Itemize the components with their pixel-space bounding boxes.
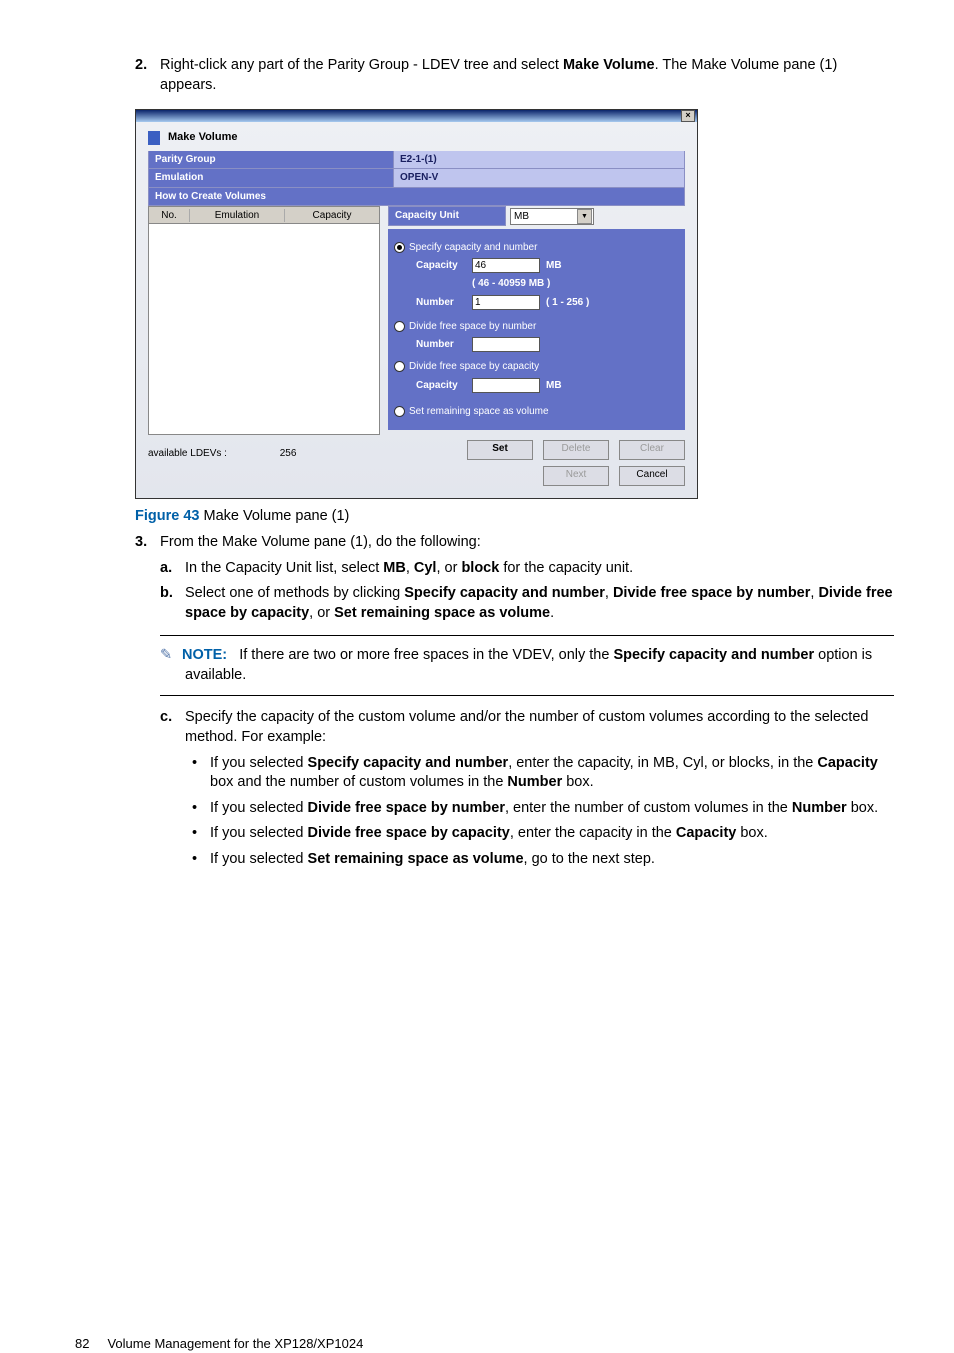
step-3c: c.Specify the capacity of the custom vol… xyxy=(135,708,894,747)
options-form: Specify capacity and number Capacity 46 … xyxy=(388,229,685,431)
capacity-unit-hint: MB xyxy=(546,259,562,273)
capacity2-unit: MB xyxy=(546,379,562,393)
window-titlebar: × xyxy=(136,110,697,122)
number-range: ( 1 - 256 ) xyxy=(546,296,589,310)
screenshot-make-volume: × Make Volume Parity Group E2-1-(1) Emul… xyxy=(135,109,698,499)
capacity2-label: Capacity xyxy=(416,379,466,393)
capacity-unit-label: Capacity Unit xyxy=(388,206,506,226)
section-label: How to Create Volumes xyxy=(148,188,685,206)
title-icon xyxy=(148,131,160,145)
step-3: 3.From the Make Volume pane (1), do the … xyxy=(135,533,894,553)
available-ldevs: available LDEVs : 256 xyxy=(148,447,380,461)
dialog-title: Make Volume xyxy=(168,130,238,145)
radio-specify-capacity[interactable]: Specify capacity and number xyxy=(394,241,679,255)
capacity2-input[interactable] xyxy=(472,378,540,393)
step-2: 2.Right-click any part of the Parity Gro… xyxy=(135,56,894,95)
number2-label: Number xyxy=(416,338,466,352)
col-emulation: Emulation xyxy=(190,209,285,223)
step-3b: b.Select one of methods by clicking Spec… xyxy=(135,584,894,623)
page-footer: 82 Volume Management for the XP128/XP1024 xyxy=(0,1335,954,1353)
step-3-marker: 3. xyxy=(135,533,160,553)
col-capacity: Capacity xyxy=(285,209,379,223)
radio-icon xyxy=(394,321,405,332)
radio-set-remaining[interactable]: Set remaining space as volume xyxy=(394,405,679,419)
radio-divide-by-capacity[interactable]: Divide free space by capacity xyxy=(394,360,679,374)
step-3a: a.In the Capacity Unit list, select MB, … xyxy=(135,559,894,579)
radio-icon xyxy=(394,242,405,253)
set-button[interactable]: Set xyxy=(467,440,533,460)
note-block: ✎NOTE: If there are two or more free spa… xyxy=(160,635,894,696)
delete-button[interactable]: Delete xyxy=(543,440,609,460)
capacity-unit-select[interactable]: MB xyxy=(510,208,594,225)
number-label: Number xyxy=(416,296,466,310)
next-button[interactable]: Next xyxy=(543,466,609,486)
capacity-input[interactable]: 46 xyxy=(472,258,540,273)
footer-title: Volume Management for the XP128/XP1024 xyxy=(107,1336,363,1351)
close-icon[interactable]: × xyxy=(681,110,695,122)
page-number: 82 xyxy=(75,1336,89,1351)
bullet-3: •If you selected Divide free space by ca… xyxy=(135,824,894,844)
radio-divide-by-number[interactable]: Divide free space by number xyxy=(394,320,679,334)
number2-input[interactable] xyxy=(472,337,540,352)
clear-button[interactable]: Clear xyxy=(619,440,685,460)
radio-icon xyxy=(394,361,405,372)
note-icon: ✎ xyxy=(160,646,182,666)
col-no: No. xyxy=(149,209,190,223)
table-body[interactable] xyxy=(148,224,380,435)
emulation-value: OPEN-V xyxy=(394,169,685,187)
bullet-2: •If you selected Divide free space by nu… xyxy=(135,799,894,819)
parity-group-label: Parity Group xyxy=(148,151,394,169)
parity-group-value: E2-1-(1) xyxy=(394,151,685,169)
bullet-1: •If you selected Specify capacity and nu… xyxy=(135,754,894,793)
number-input[interactable]: 1 xyxy=(472,295,540,310)
capacity-range: ( 46 - 40959 MB ) xyxy=(472,277,679,291)
figure-caption: Figure 43 Make Volume pane (1) xyxy=(135,507,894,527)
table-header: No. Emulation Capacity xyxy=(148,206,380,224)
capacity-label: Capacity xyxy=(416,259,466,273)
radio-icon xyxy=(394,406,405,417)
cancel-button[interactable]: Cancel xyxy=(619,466,685,486)
emulation-label: Emulation xyxy=(148,169,394,187)
bullet-4: •If you selected Set remaining space as … xyxy=(135,850,894,870)
step-2-marker: 2. xyxy=(135,56,160,76)
